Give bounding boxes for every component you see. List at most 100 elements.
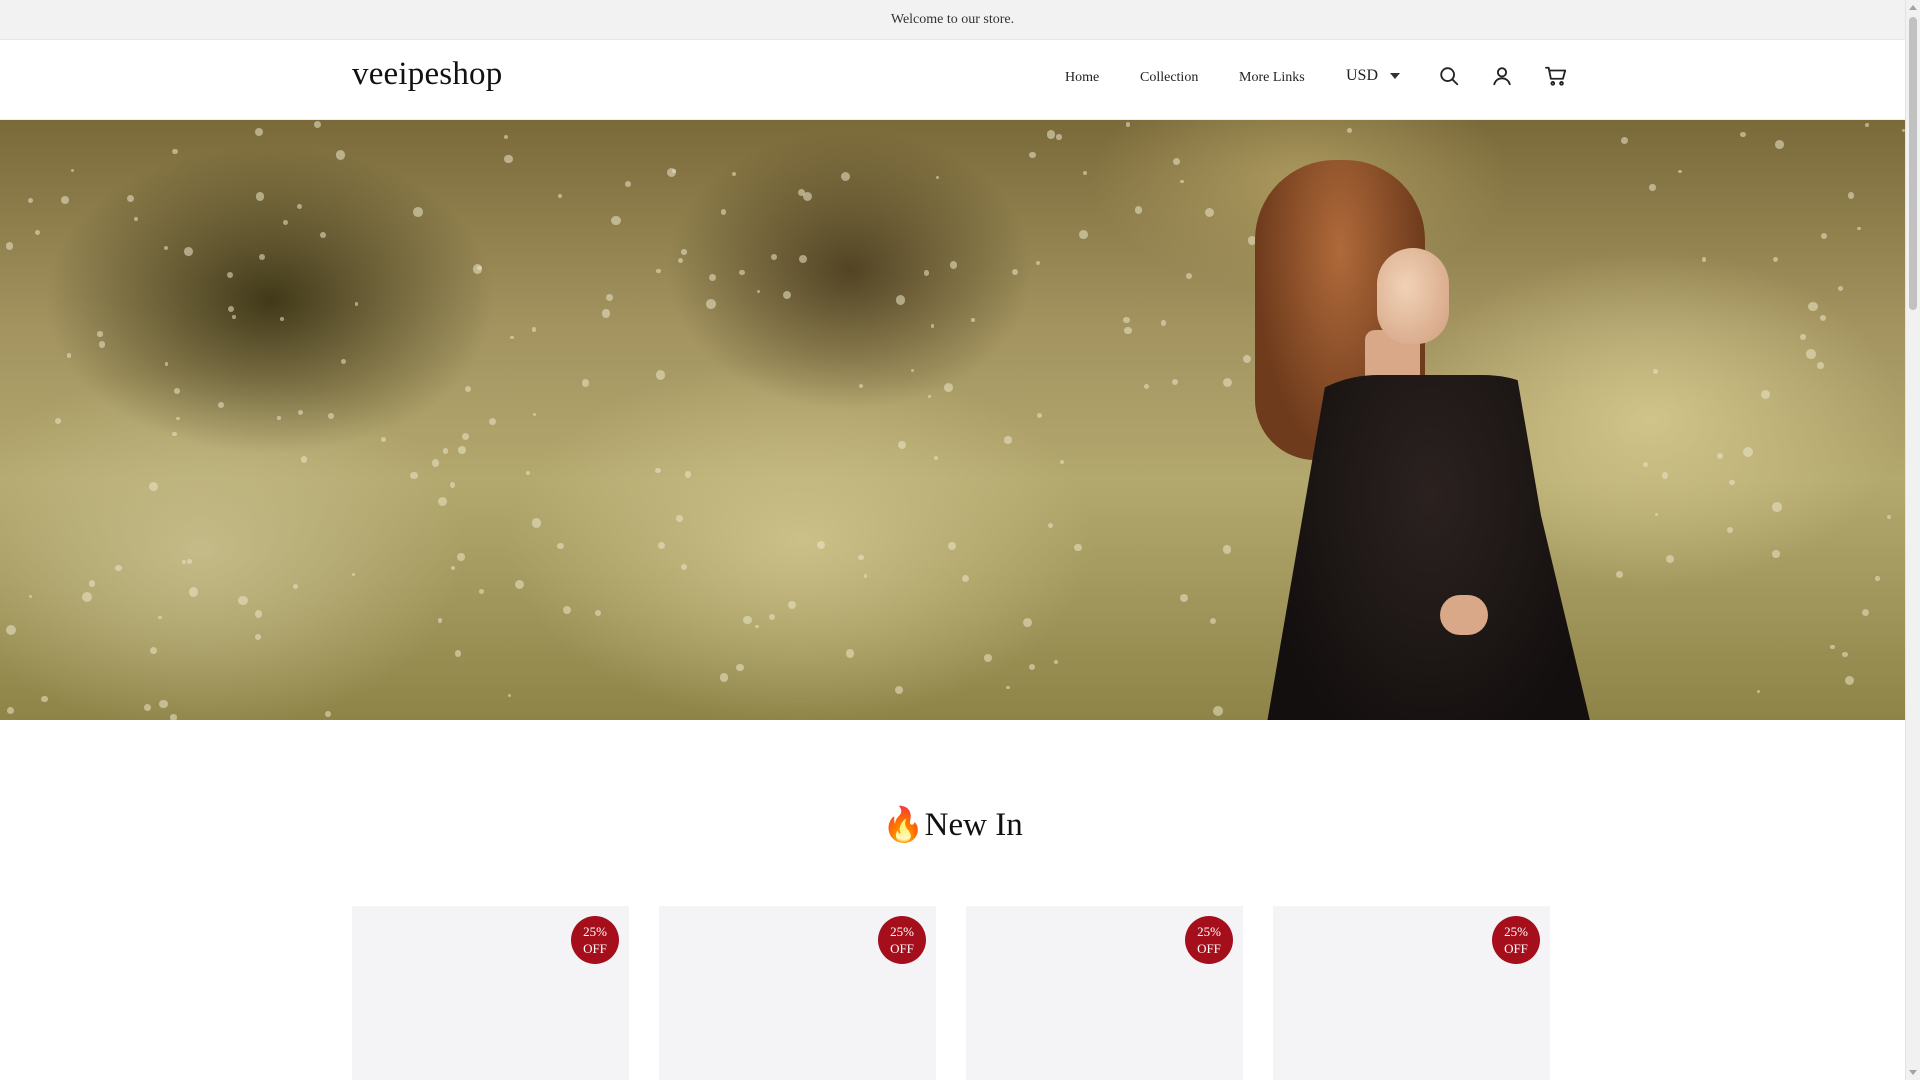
hero-flower-speck [743, 615, 752, 624]
hero-flower-speck [341, 358, 347, 364]
hero-flower-speck [1023, 618, 1033, 628]
currency-selector[interactable]: USD [1346, 67, 1401, 85]
hero-flower-speck [450, 565, 455, 570]
hero-banner[interactable] [0, 120, 1905, 720]
hero-flower-speck [708, 274, 716, 282]
discount-badge: 25% OFF [1492, 916, 1540, 964]
hero-flower-speck [1143, 383, 1150, 390]
hero-flower-speck [1740, 131, 1746, 137]
hero-flower-speck [1004, 436, 1012, 444]
hero-flower-speck [1037, 412, 1043, 418]
hero-flower-speck [313, 120, 321, 128]
hero-flower-speck [149, 647, 157, 655]
hero-flower-speck [82, 592, 93, 603]
discount-off: OFF [1504, 941, 1528, 956]
chevron-down-icon [1390, 73, 1401, 79]
hero-flower-speck [115, 564, 122, 572]
product-card[interactable]: 25% OFF [966, 906, 1243, 1080]
hero-flower-speck [556, 542, 564, 550]
scroll-thumb[interactable] [1909, 17, 1917, 310]
cart-icon[interactable] [1540, 60, 1572, 92]
nav-collection[interactable]: Collection [1140, 70, 1198, 86]
hero-flower-speck [1805, 349, 1816, 359]
hero-flower-speck [666, 167, 677, 178]
hero-flower-speck [1772, 257, 1778, 263]
hero-flower-speck [98, 341, 105, 348]
hero-flower-speck [254, 609, 263, 618]
hero-flower-speck [685, 471, 692, 478]
hero-flower-speck [947, 541, 957, 551]
hero-flower-speck [558, 194, 562, 198]
hero-flower-speck [503, 134, 508, 139]
hero-flower-speck [863, 574, 868, 578]
section-title-new-in: 🔥New In [0, 805, 1905, 845]
hero-flower-speck [443, 448, 449, 454]
hero-flower-speck [176, 416, 180, 421]
hero-flower-speck [297, 204, 303, 210]
hero-flower-speck [1772, 502, 1782, 513]
hero-flower-speck [1134, 206, 1143, 214]
account-icon[interactable] [1486, 60, 1518, 92]
hero-flower-speck [437, 496, 448, 506]
hero-flower-speck [126, 194, 134, 203]
hero-flower-speck [324, 711, 331, 718]
product-card[interactable]: 25% OFF [1273, 906, 1550, 1080]
nav-home[interactable]: Home [1065, 70, 1099, 86]
hero-flower-speck [1056, 134, 1062, 140]
hero-flower-speck [531, 327, 537, 332]
hero-flower-speck [88, 580, 96, 587]
hero-flower-speck [1844, 676, 1854, 686]
discount-badge: 25% OFF [1185, 916, 1233, 964]
hero-flower-speck [1799, 333, 1806, 340]
scroll-down-arrow-icon[interactable] [1909, 1070, 1917, 1075]
discount-off: OFF [890, 941, 914, 956]
hero-flower-speck [845, 649, 854, 658]
hero-flower-speck [1649, 184, 1656, 191]
hero-flower-speck [755, 624, 759, 629]
hero-flower-speck [410, 471, 418, 480]
hero-flower-speck [1347, 128, 1352, 133]
hero-flower-speck [218, 401, 225, 408]
hero-flower-speck [71, 169, 75, 173]
hero-flower-speck [984, 654, 992, 663]
hero-flower-speck [787, 600, 797, 610]
search-icon[interactable] [1433, 60, 1465, 92]
hero-flower-speck [601, 308, 611, 318]
hero-flower-speck [1729, 479, 1735, 486]
discount-off: OFF [1197, 941, 1221, 956]
hero-flower-speck [1716, 452, 1724, 460]
hero-flower-speck [1209, 617, 1217, 624]
hero-flower-speck [1761, 389, 1771, 399]
hero-flower-speck [1702, 257, 1707, 262]
page-scrollbar[interactable] [1905, 0, 1920, 1080]
hero-flower-speck [1180, 179, 1184, 184]
scroll-up-arrow-icon[interactable] [1909, 5, 1917, 10]
hero-flower-speck [731, 172, 736, 177]
hero-flower-speck [41, 695, 48, 703]
hero-flower-speck [798, 254, 808, 264]
hero-flower-speck [226, 272, 234, 279]
hero-flower-speck [1642, 461, 1648, 467]
page: Welcome to our store. veeipeshop Home Co… [0, 0, 1905, 1080]
hero-flower-speck [457, 553, 465, 561]
hero-flower-speck [458, 446, 467, 454]
discount-percent: 25% [583, 924, 607, 939]
hero-flower-speck [526, 471, 531, 476]
hero-flower-speck [1185, 272, 1192, 279]
hero-flower-speck [923, 270, 930, 277]
hero-flower-speck [934, 456, 939, 461]
hero-flower-speck [1808, 302, 1818, 312]
product-card[interactable]: 25% OFF [659, 906, 936, 1080]
product-card[interactable]: 25% OFF [352, 906, 629, 1080]
announcement-bar: Welcome to our store. [0, 0, 1905, 40]
hero-flower-speck [504, 154, 513, 164]
hero-figure-face [1377, 248, 1449, 344]
store-logo[interactable]: veeipeshop [352, 56, 502, 93]
hero-flower-speck [1035, 260, 1041, 266]
hero-flower-speck [962, 575, 970, 583]
nav-more-links[interactable]: More Links [1239, 70, 1305, 86]
hero-flower-speck [134, 216, 138, 221]
hero-flower-speck [657, 542, 665, 550]
hero-flower-speck [171, 148, 178, 155]
hero-flower-speck [944, 383, 954, 393]
